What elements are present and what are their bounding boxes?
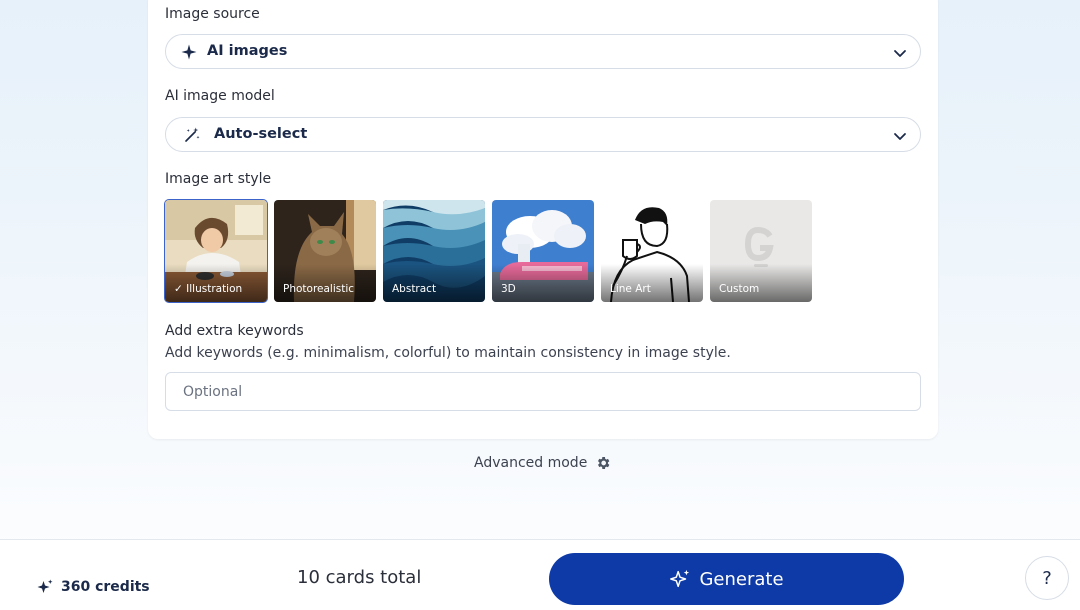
advanced-mode-toggle[interactable]: Advanced mode [474,455,611,471]
art-style-illustration[interactable]: ✓ Illustration [164,199,268,303]
image-source-value: AI images [207,43,288,59]
chevron-down-icon [894,50,906,57]
art-style-photorealistic-label: Photorealistic [283,283,355,295]
magic-wand-icon [185,127,200,142]
sparkles-icon [37,579,53,593]
sparkle-icon [181,44,197,60]
art-style-custom-label: Custom [719,283,760,295]
art-style-line-art-label: Line Art [610,283,651,295]
ai-model-value: Auto-select [214,126,308,142]
art-style-custom[interactable]: Custom [710,200,812,302]
advanced-mode-label: Advanced mode [474,455,588,471]
art-style-photorealistic[interactable]: Photorealistic [274,200,376,302]
keywords-label: Add extra keywords [165,323,304,339]
art-style-line-art[interactable]: Line Art [601,200,703,302]
ai-model-label: AI image model [165,88,275,104]
generate-button[interactable]: Generate [549,553,904,605]
credits-text: 360 credits [61,579,150,595]
chevron-down-icon [894,133,906,140]
art-style-3d-label: 3D [501,283,516,295]
art-style-illustration-label: ✓ Illustration [174,283,243,295]
keywords-description: Add keywords (e.g. minimalism, colorful)… [165,345,731,361]
art-style-abstract[interactable]: Abstract [383,200,485,302]
image-source-select[interactable]: AI images [165,34,921,69]
cards-total: 10 cards total [297,567,422,588]
credits-indicator[interactable]: 360 credits [36,578,150,596]
sparkles-icon [670,569,690,588]
keywords-input[interactable] [165,372,921,411]
footer-bar: 360 credits 10 cards total Generate ? [0,539,1080,610]
image-source-label: Image source [165,6,260,22]
help-button[interactable]: ? [1025,556,1069,600]
art-style-abstract-label: Abstract [392,283,437,295]
art-style-3d[interactable]: 3D [492,200,594,302]
generate-label: Generate [699,568,784,590]
gear-icon [598,457,610,469]
ai-model-select[interactable]: Auto-select [165,117,921,152]
art-style-label: Image art style [165,171,272,187]
